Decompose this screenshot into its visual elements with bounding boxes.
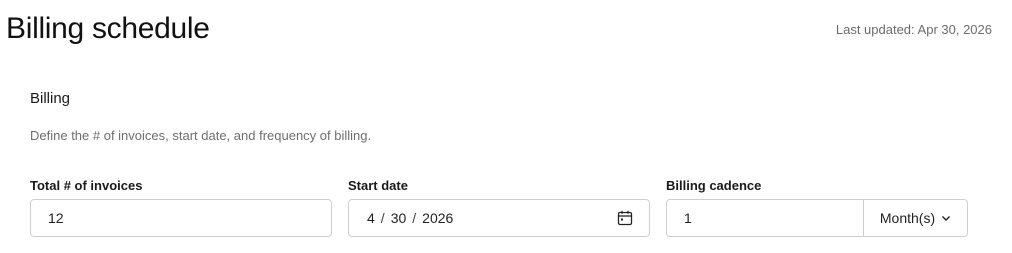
chevron-down-icon xyxy=(941,213,951,223)
start-date-label: Start date xyxy=(348,178,408,193)
date-parts: 4 / 30 / 2026 xyxy=(367,210,453,226)
cadence-count-input[interactable]: 1 xyxy=(667,200,863,236)
invoices-input[interactable]: 12 xyxy=(30,199,332,237)
billing-cadence-control: 1 Month(s) xyxy=(666,199,968,237)
date-day[interactable]: 30 xyxy=(391,210,407,226)
cadence-count-value: 1 xyxy=(684,210,692,226)
page-title: Billing schedule xyxy=(6,12,210,45)
date-month[interactable]: 4 xyxy=(367,210,375,226)
billing-cadence-label: Billing cadence xyxy=(666,178,762,193)
start-date-input[interactable]: 4 / 30 / 2026 xyxy=(348,199,650,237)
cadence-unit-value: Month(s) xyxy=(879,210,936,226)
date-year[interactable]: 2026 xyxy=(422,210,453,226)
section-title: Billing xyxy=(30,90,71,107)
section-description: Define the # of invoices, start date, an… xyxy=(30,128,372,143)
invoices-label: Total # of invoices xyxy=(30,178,143,193)
last-updated-text: Last updated: Apr 30, 2026 xyxy=(835,22,992,37)
date-separator: / xyxy=(412,210,417,226)
invoices-value: 12 xyxy=(48,210,64,226)
invoices-field: Total # of invoices 12 xyxy=(30,177,332,237)
start-date-field: Start date 4 / 30 / 2026 xyxy=(348,177,650,237)
date-separator: / xyxy=(380,210,385,226)
billing-cadence-field: Billing cadence 1 Month(s) xyxy=(666,177,968,237)
calendar-icon[interactable] xyxy=(617,210,633,226)
cadence-unit-select[interactable]: Month(s) xyxy=(863,200,967,236)
